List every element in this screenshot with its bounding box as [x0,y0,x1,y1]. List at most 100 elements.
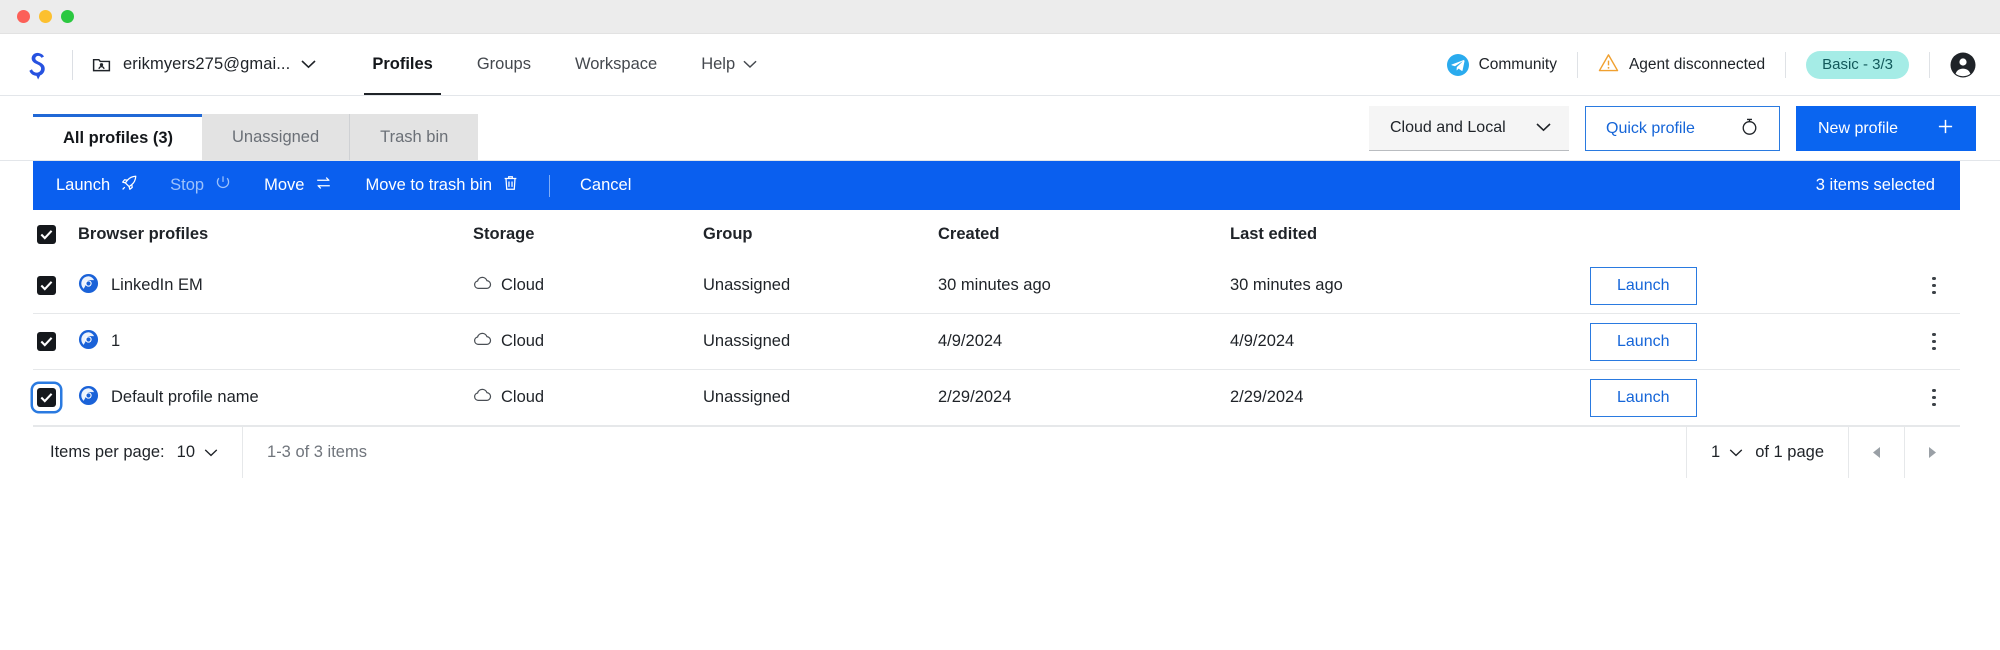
nav-label-groups: Groups [476,55,531,73]
gologin-logo[interactable] [22,49,54,81]
table-pagination: Items per page: 10 1-3 of 3 items 1 of 1… [33,426,1960,478]
bulk-move-to-trash-button[interactable]: Move to trash bin [349,174,535,197]
bulk-launch-button[interactable]: Launch [56,174,154,197]
select-all-cell [33,221,78,248]
items-per-page-select[interactable]: 10 [177,443,218,462]
nav-item-workspace[interactable]: Workspace [553,34,679,95]
row-more-options-icon[interactable] [1926,327,1942,357]
bulk-stop-button[interactable]: Stop [154,174,248,197]
row-menu-cell [1908,271,1960,301]
quick-profile-label: Quick profile [1606,119,1695,137]
stopwatch-icon [1740,117,1759,141]
tab-unassigned[interactable]: Unassigned [202,114,351,160]
storage-label: Cloud [501,332,545,350]
window-maximize-button[interactable] [61,10,74,23]
community-label: Community [1478,55,1557,73]
row-select-cell [33,384,78,411]
launch-button[interactable]: Launch [1590,322,1697,361]
browser-profile-icon [78,329,99,355]
row-checkbox[interactable] [33,272,60,299]
row-checkbox[interactable] [33,328,60,355]
nav-item-help[interactable]: Help [679,34,779,95]
table-row[interactable]: Default profile name Cloud Unassigned 2/… [33,370,1960,426]
page-select[interactable]: 1 [1711,443,1743,462]
nav-item-groups[interactable]: Groups [455,34,553,95]
account-switcher[interactable]: erikmyers275@gmai... [91,54,316,75]
bulk-move-button[interactable]: Move [248,174,349,197]
checkbox-checked-icon [37,224,56,244]
account-email: erikmyers275@gmai... [123,55,291,73]
column-header-storage[interactable]: Storage [473,225,703,244]
main-navigation: Profiles Groups Workspace Help [350,34,779,95]
row-created-cell: 2/29/2024 [938,388,1012,406]
row-name-cell: Default profile name [78,385,473,411]
row-launch-cell: Launch [1590,378,1908,417]
browser-profile-icon [78,273,99,299]
launch-button[interactable]: Launch [1590,266,1697,305]
cloud-icon [473,388,492,408]
new-profile-button[interactable]: New profile [1796,106,1976,151]
profile-name: LinkedIn EM [111,276,203,294]
profiles-table: Browser profiles Storage Group Created L… [33,210,1960,426]
storage-scope-value: Cloud and Local [1390,119,1506,136]
row-more-options-icon[interactable] [1926,383,1942,413]
agent-status[interactable]: Agent disconnected [1598,53,1765,77]
bulk-stop-label: Stop [170,176,205,194]
nav-item-profiles[interactable]: Profiles [350,34,455,95]
window-close-button[interactable] [17,10,30,23]
profile-name: Default profile name [111,388,259,406]
table-row[interactable]: 1 Cloud Unassigned 4/9/2024 4/9/2024 Lau… [33,314,1960,370]
telegram-icon [1446,53,1469,76]
table-row[interactable]: LinkedIn EM Cloud Unassigned 30 minutes … [33,258,1960,314]
bulk-action-bar: Launch Stop Move Move to trash bin Cance… [33,161,1960,210]
chevron-down-icon [1536,119,1551,137]
storage-scope-select[interactable]: Cloud and Local [1369,106,1569,151]
column-header-browser-profiles[interactable]: Browser profiles [78,225,473,244]
table-header-row: Browser profiles Storage Group Created L… [33,210,1960,258]
tab-label-unassigned: Unassigned [232,127,320,146]
tab-trash-bin[interactable]: Trash bin [350,114,479,160]
chevron-down-icon [204,443,218,462]
launch-button[interactable]: Launch [1590,378,1697,417]
row-menu-cell [1908,383,1960,413]
column-header-group[interactable]: Group [703,225,938,244]
page-navigation: 1 of 1 page [1686,427,1960,478]
bulk-move-label: Move [264,176,305,194]
nav-label-profiles: Profiles [372,55,433,73]
cloud-icon [473,332,492,352]
community-link[interactable]: Community [1446,53,1557,76]
tab-all-profiles[interactable]: All profiles (3) [33,114,203,160]
profile-tabs: All profiles (3) Unassigned Trash bin [0,96,479,160]
row-name-cell: 1 [78,329,473,355]
app-header: erikmyers275@gmai... Profiles Groups Wor… [0,34,2000,96]
row-storage-cell: Cloud [473,388,703,408]
row-name-cell: LinkedIn EM [78,273,473,299]
row-group-cell: Unassigned [703,332,791,350]
row-last-edited-cell: 4/9/2024 [1230,332,1295,350]
row-created-cell: 30 minutes ago [938,276,1051,294]
nav-label-workspace: Workspace [574,55,658,73]
row-last-edited-cell: 2/29/2024 [1230,388,1304,406]
items-per-page-group: Items per page: 10 [33,427,242,478]
row-more-options-icon[interactable] [1926,271,1942,301]
checkbox-checked-icon [37,332,56,351]
row-checkbox[interactable] [33,384,60,411]
power-icon [214,174,232,197]
items-range-text: 1-3 of 3 items [267,443,367,461]
bulk-trash-label: Move to trash bin [365,176,493,194]
select-all-checkbox[interactable] [33,221,60,248]
row-storage-cell: Cloud [473,276,703,296]
quick-profile-button[interactable]: Quick profile [1585,106,1780,151]
row-launch-cell: Launch [1590,322,1908,361]
window-minimize-button[interactable] [39,10,52,23]
plan-badge[interactable]: Basic - 3/3 [1806,50,1909,79]
chevron-left-icon[interactable] [1849,427,1904,478]
column-header-created[interactable]: Created [938,225,1230,244]
folder-user-icon [91,54,112,75]
chevron-right-icon[interactable] [1905,427,1960,478]
column-header-last-edited[interactable]: Last edited [1230,225,1590,244]
user-avatar-icon[interactable] [1950,52,1976,78]
bulk-cancel-button[interactable]: Cancel [564,176,647,195]
header-divider-1 [72,49,73,80]
rocket-icon [120,174,138,197]
